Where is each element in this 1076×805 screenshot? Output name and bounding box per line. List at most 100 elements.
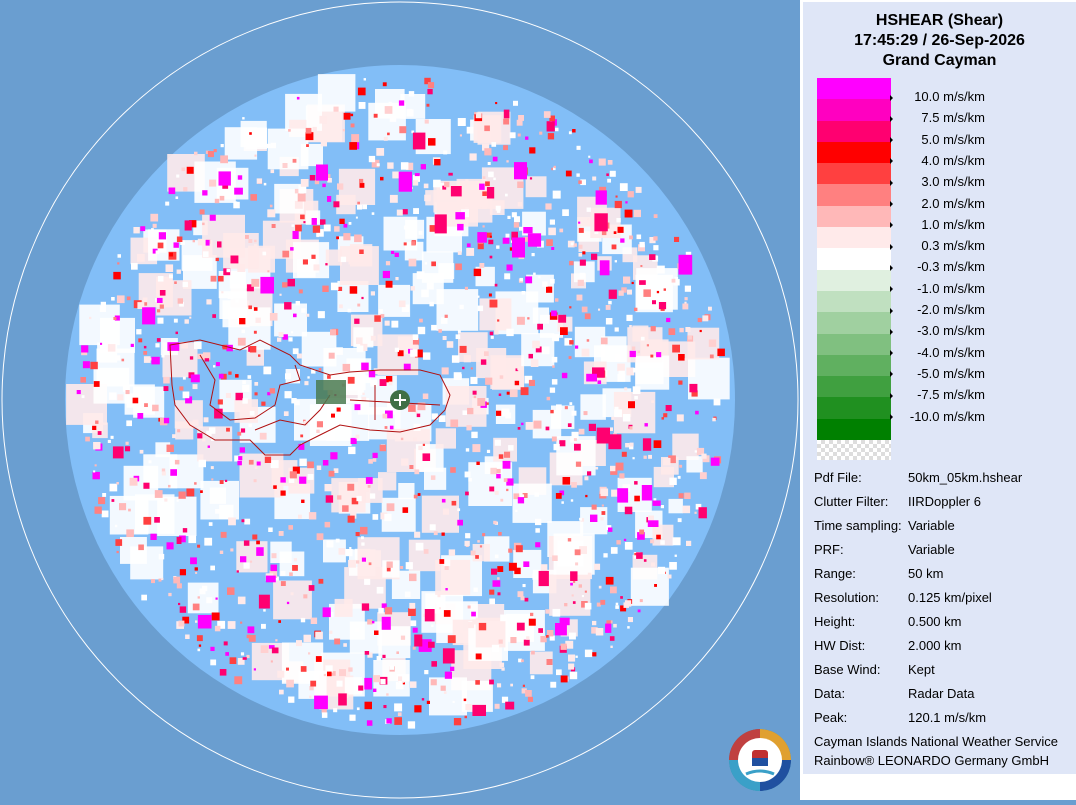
legend-tick-icon (890, 137, 893, 144)
legend-swatch (817, 269, 891, 291)
legend-swatch (817, 397, 891, 419)
product-title: HSHEAR (Shear) (875, 12, 1004, 29)
legend-swatch (817, 205, 891, 228)
info-value: 50 km (908, 566, 944, 581)
info-row: Height: 0.500 km (814, 613, 1076, 631)
legend-label-text: 2.0 m/s/km (921, 195, 985, 211)
legend-label-text: 3.0 m/s/km (921, 174, 985, 190)
legend-swatch (817, 163, 891, 185)
legend-swatch (817, 78, 891, 100)
legend-tick-icon (890, 392, 893, 399)
legend-label-text: -2.0 m/s/km (917, 302, 985, 317)
legend-swatch-nodata (817, 440, 891, 461)
legend-label: -1.0 m/s/km (890, 281, 1000, 297)
legend-label: 4.0 m/s/km (890, 153, 1000, 169)
legend-label-text: 7.5 m/s/km (921, 110, 985, 126)
legend-tick-icon (890, 158, 893, 165)
legend-swatch (817, 376, 891, 398)
info-key: Range: (814, 566, 856, 581)
info-panel-body: HSHEAR (Shear) 17:45:29 / 26-Sep-2026 Gr… (803, 2, 1076, 774)
info-key: Time sampling: (814, 518, 902, 533)
legend-swatch (817, 418, 891, 441)
legend-swatch (817, 290, 891, 313)
legend-label: -7.5 m/s/km (890, 387, 1000, 403)
legend-label-text: -0.3 m/s/km (917, 259, 985, 275)
legend-swatch (817, 354, 891, 377)
legend-label: -2.0 m/s/km (890, 302, 1000, 318)
info-value: 50km_05km.hshear (908, 470, 1023, 485)
legend-swatch (817, 184, 891, 206)
info-value: Variable (908, 518, 955, 533)
legend-swatch (817, 312, 891, 334)
radar-map (0, 0, 800, 800)
info-value: IIRDoppler 6 (908, 494, 981, 509)
radar-site-icon (390, 390, 410, 410)
legend-label: 7.5 m/s/km (890, 110, 1000, 126)
info-value: Radar Data (908, 686, 975, 701)
info-key: Peak: (814, 710, 848, 725)
legend-tick-icon (890, 243, 893, 250)
legend-label-text: -7.5 m/s/km (917, 387, 985, 403)
legend-swatch (817, 99, 891, 121)
legend-label: -3.0 m/s/km (890, 323, 1000, 339)
legend-label-text: 0.3 m/s/km (921, 238, 985, 254)
legend-label: -10.0 m/s/km (890, 409, 1000, 425)
legend-tick-icon (890, 371, 893, 378)
info-key: PRF: (814, 542, 844, 557)
legend-label-text: 1.0 m/s/km (921, 216, 985, 232)
legend-tick-icon (890, 222, 893, 229)
info-row: Resolution: 0.125 km/pixel (814, 589, 1076, 607)
legend-swatch (817, 120, 891, 142)
info-row: HW Dist: 2.000 km (814, 637, 1076, 655)
legend-tick-icon (890, 94, 893, 101)
legend-swatch (817, 248, 891, 270)
info-key: Data: (814, 686, 846, 701)
legend-label-text: -10.0 m/s/km (909, 408, 985, 424)
legend-label: 1.0 m/s/km (890, 217, 1000, 233)
legend-tick-icon (890, 414, 893, 421)
info-panel: HSHEAR (Shear) 17:45:29 / 26-Sep-2026 Gr… (800, 0, 1076, 800)
legend-label: 2.0 m/s/km (890, 196, 1000, 212)
footer-service: Cayman Islands National Weather Service (814, 734, 1058, 749)
legend-label-text: 5.0 m/s/km (921, 131, 985, 147)
cayman-weather-service-logo-icon (729, 729, 791, 791)
info-value: Variable (908, 542, 955, 557)
info-key: Height: (814, 614, 856, 629)
legend-tick-icon (890, 179, 893, 186)
info-row: Pdf File: 50km_05km.hshear (814, 469, 1076, 487)
legend-label-text: 10.0 m/s/km (914, 89, 985, 104)
info-value: Kept (908, 662, 935, 677)
legend-tick-icon (890, 350, 893, 357)
legend-label-text: 4.0 m/s/km (921, 152, 985, 168)
info-value: 0.125 km/pixel (908, 590, 992, 605)
info-key: Clutter Filter: (814, 494, 889, 509)
site-name: Grand Cayman (882, 52, 997, 69)
legend-tick-icon (890, 307, 893, 314)
info-value: 2.000 km (908, 638, 962, 653)
info-key: Resolution: (814, 590, 880, 605)
color-legend (817, 78, 891, 461)
info-value: 0.500 km (908, 614, 962, 629)
legend-label-text: -4.0 m/s/km (917, 344, 985, 360)
legend-label: 5.0 m/s/km (890, 132, 1000, 148)
info-key: HW Dist: (814, 638, 866, 653)
legend-label: 3.0 m/s/km (890, 174, 1000, 190)
info-row: Base Wind: Kept (814, 661, 1076, 679)
legend-label-text: -5.0 m/s/km (917, 365, 985, 381)
info-key: Base Wind: (814, 662, 881, 677)
legend-swatch (817, 227, 891, 249)
footer-vendor: Rainbow® LEONARDO Germany GmbH (814, 753, 1049, 768)
legend-tick-icon (890, 264, 893, 271)
legend-label-text: -3.0 m/s/km (917, 323, 985, 339)
info-row: PRF: Variable (814, 541, 1076, 559)
legend-label-text: -1.0 m/s/km (917, 280, 985, 296)
legend-tick-icon (890, 328, 893, 335)
radar-image (1, 1, 799, 799)
legend-tick-icon (890, 201, 893, 208)
legend-swatch (817, 333, 891, 355)
legend-label: 10.0 m/s/km (890, 89, 1000, 105)
legend-tick-icon (890, 115, 893, 122)
land-clutter-patch (316, 380, 346, 404)
legend-label: 0.3 m/s/km (890, 238, 1000, 254)
info-row: Peak: 120.1 m/s/km (814, 709, 1076, 727)
